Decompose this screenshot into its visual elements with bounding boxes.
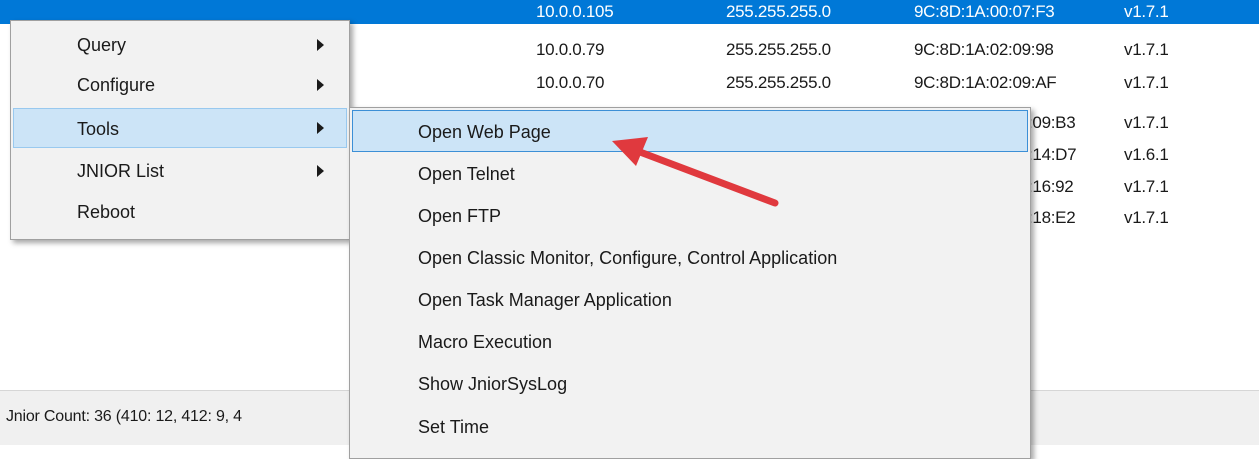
version-cell: v1.7.1 (1124, 40, 1169, 59)
mac-address-cell: 9C:8D:1A:02:09:98 (914, 40, 1054, 59)
menu-item-label: Reboot (77, 202, 136, 222)
menu-item-show-jniorsyslog[interactable]: Show JniorSysLog (352, 363, 1028, 405)
version-cell: v1.7.1 (1124, 2, 1169, 21)
menu-item-jnior-list[interactable]: JNIOR List (13, 151, 347, 191)
menu-item-query[interactable]: Query (13, 25, 347, 65)
version-cell: v1.6.1 (1124, 145, 1169, 164)
ip-address-cell: 10.0.0.105 (536, 2, 614, 21)
ip-address-cell: 10.0.0.70 (536, 73, 605, 92)
ip-address-cell: 10.0.0.79 (536, 40, 605, 59)
subnet-mask-cell: 255.255.255.0 (726, 2, 831, 21)
mac-address-cell: :16:92 (1028, 177, 1074, 196)
menu-item-label: Query (77, 35, 127, 55)
mac-address-cell: :18:E2 (1028, 208, 1076, 227)
submenu-arrow-icon (317, 79, 324, 91)
menu-item-label: Configure (77, 75, 156, 95)
menu-item-label: Show JniorSysLog (418, 374, 568, 394)
version-cell: v1.7.1 (1124, 208, 1169, 227)
menu-item-configure[interactable]: Configure (13, 65, 347, 105)
tools-submenu: Open Web Page Open Telnet Open FTP Open … (349, 107, 1031, 459)
menu-item-label: Macro Execution (418, 332, 553, 352)
menu-item-tools[interactable]: Tools (13, 108, 347, 148)
mac-address-cell: 9C:8D:1A:00:07:F3 (914, 2, 1055, 21)
menu-item-label: Set Time (418, 417, 490, 437)
mac-address-cell: :09:B3 (1028, 113, 1076, 132)
submenu-arrow-icon (317, 122, 324, 134)
version-cell: v1.7.1 (1124, 113, 1169, 132)
menu-item-label: Open Web Page (418, 122, 551, 142)
subnet-mask-cell: 255.255.255.0 (726, 40, 831, 59)
version-cell: v1.7.1 (1124, 73, 1169, 92)
menu-item-reboot[interactable]: Reboot (13, 192, 347, 232)
menu-item-open-task-manager[interactable]: Open Task Manager Application (352, 279, 1028, 321)
menu-item-label: Open FTP (418, 206, 502, 226)
menu-item-label: Open Telnet (418, 164, 515, 184)
submenu-arrow-icon (317, 39, 324, 51)
menu-item-label: Open Task Manager Application (418, 290, 672, 310)
submenu-arrow-icon (317, 165, 324, 177)
jnior-count-status: Jnior Count: 36 (410: 12, 412: 9, 4 (6, 408, 242, 425)
menu-item-open-telnet[interactable]: Open Telnet (352, 153, 1028, 195)
menu-item-macro-execution[interactable]: Macro Execution (352, 321, 1028, 363)
mac-address-cell: :14:D7 (1028, 145, 1077, 164)
menu-item-label: Tools (77, 119, 120, 139)
subnet-mask-cell: 255.255.255.0 (726, 73, 831, 92)
menu-item-set-time[interactable]: Set Time (352, 406, 1028, 448)
menu-item-open-web-page[interactable]: Open Web Page (352, 110, 1028, 152)
menu-item-open-ftp[interactable]: Open FTP (352, 195, 1028, 237)
menu-item-open-classic-monitor[interactable]: Open Classic Monitor, Configure, Control… (352, 237, 1028, 279)
context-menu: Query Configure Tools JNIOR List Reboot (10, 20, 350, 240)
menu-item-label: JNIOR List (77, 161, 165, 181)
menu-item-label: Open Classic Monitor, Configure, Control… (418, 248, 838, 268)
version-cell: v1.7.1 (1124, 177, 1169, 196)
mac-address-cell: 9C:8D:1A:02:09:AF (914, 73, 1057, 92)
